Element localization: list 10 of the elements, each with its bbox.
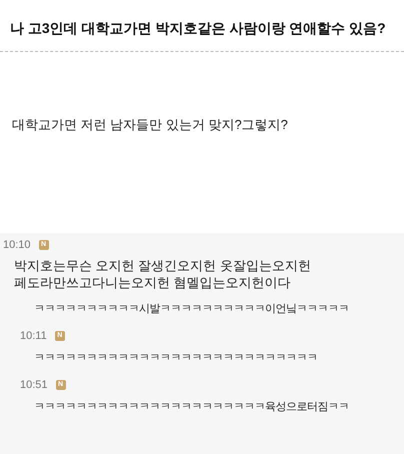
- reply-text: ㅋㅋㅋㅋㅋㅋㅋㅋㅋㅋㅋㅋㅋㅋㅋㅋㅋㅋㅋㅋㅋㅋㅋㅋㅋㅋㅋ: [33, 351, 318, 366]
- reply-text: ㅋㅋㅋㅋㅋㅋㅋㅋㅋㅋ시발ㅋㅋㅋㅋㅋㅋㅋㅋㅋㅋ이언닠ㅋㅋㅋㅋㅋ: [33, 302, 350, 317]
- comment-time: 10:51: [20, 378, 48, 392]
- comment-text: 페도라만쓰고다니는오지헌 혐멜입는오지헌이다: [14, 274, 292, 291]
- comment-text: 박지호는무슨 오지헌 잘생긴오지헌 옷잘입는오지헌: [14, 257, 312, 274]
- comment-time: 10:11: [20, 328, 47, 344]
- comment-time: 10:10: [3, 238, 31, 252]
- reply-text: ㅋㅋㅋㅋㅋㅋㅋㅋㅋㅋㅋㅋㅋㅋㅋㅋㅋㅋㅋㅋㅋㅋ육성으로터짐ㅋㅋ: [33, 400, 350, 415]
- post-title: 나 고3인데 대학교가면 박지호같은 사람이랑 연애할수 있음?: [10, 19, 387, 38]
- post-body: 대학교가면 저런 남자들만 있는거 맞지?그렇지?: [11, 116, 289, 134]
